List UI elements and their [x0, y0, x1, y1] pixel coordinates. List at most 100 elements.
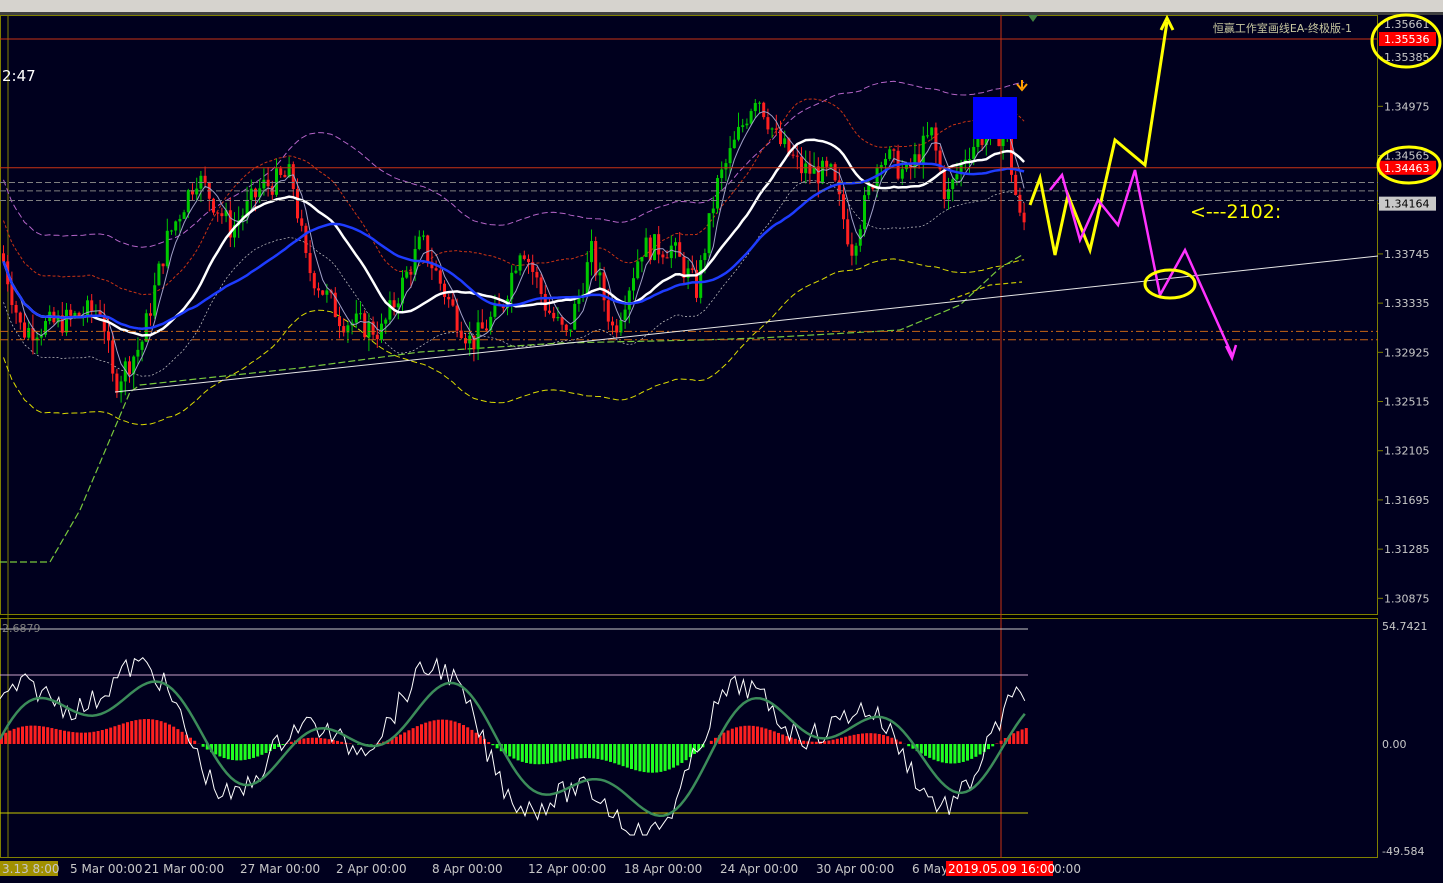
price-label-current: 1.34463 [1384, 162, 1430, 175]
osc-histogram-bar [764, 728, 768, 744]
osc-histogram-bar [100, 730, 104, 744]
osc-histogram-bar [604, 744, 608, 761]
osc-histogram-bar [999, 740, 1003, 744]
osc-histogram-bar [441, 719, 444, 744]
osc-histogram-bar [222, 744, 226, 759]
osc-histogram-bar [411, 728, 415, 744]
osc-histogram-bar [466, 727, 470, 744]
osc-histogram-bar [306, 737, 310, 744]
candle-body [476, 322, 480, 350]
candle-body [174, 221, 178, 231]
highlight-box [973, 97, 1017, 139]
candle-body [296, 189, 299, 219]
candle-body [745, 123, 749, 126]
osc-histogram-bar [760, 727, 764, 744]
osc-histogram-bar [735, 727, 738, 744]
candle-body [653, 234, 656, 261]
candle-body [619, 319, 623, 333]
candle-body [795, 155, 799, 157]
candle-body [283, 174, 287, 178]
time-label: 24 Apr 00:00 [720, 862, 798, 876]
osc-histogram-bar [529, 744, 533, 764]
annotation-2102: <---2102: [1190, 201, 1281, 223]
candle-body [279, 168, 283, 175]
candle-body [766, 117, 770, 130]
osc-histogram-bar [109, 727, 113, 744]
candle-body [737, 126, 740, 140]
time-label: 8 Apr 00:00 [432, 862, 503, 876]
candle-body [611, 321, 614, 326]
price-tick-label: 1.32105 [1384, 445, 1430, 458]
osc-histogram-bar [46, 727, 50, 744]
osc-histogram-bar [562, 744, 566, 761]
osc-histogram-bar [1016, 731, 1020, 744]
osc-histogram-bar [680, 744, 684, 763]
candle-body [594, 241, 598, 276]
time-label: 5 Mar 00:00 [70, 862, 143, 876]
osc-histogram-bar [588, 744, 591, 759]
osc-histogram-bar [756, 726, 759, 744]
price-tick-label: 1.31695 [1384, 494, 1430, 507]
trading-chart-window: 1.356611.353851.349751.345651.341641.337… [0, 0, 1443, 883]
indicator-title: 恒赢工作室画线EA-终极版-1 [1213, 21, 1352, 35]
candle-body [606, 300, 610, 322]
candle-body [354, 313, 358, 323]
time-axis: 3.13 8:00 5 Mar 00:00 21 Mar 00:00 27 Mar 0… [0, 861, 1081, 876]
osc-histogram-bar [709, 740, 713, 744]
osc-histogram-bar [453, 721, 457, 744]
osc-histogram-bar [147, 719, 150, 744]
osc-histogram-bar [978, 744, 982, 755]
price-tick-label: 1.32515 [1384, 396, 1430, 409]
candle-body [514, 270, 518, 273]
candle-body [779, 129, 782, 145]
osc-histogram-bar [235, 744, 239, 761]
osc-histogram-bar [420, 724, 423, 744]
osc-histogram-bar [71, 732, 75, 744]
price-tick-label: 1.34975 [1384, 100, 1430, 113]
osc-histogram-bar [21, 726, 24, 744]
osc-histogram-bar [247, 744, 251, 760]
osc-histogram-bar [516, 744, 520, 761]
candle-body [720, 169, 724, 179]
candle-body [455, 305, 459, 331]
candle-body [69, 309, 73, 316]
candle-body [703, 253, 707, 261]
osc-histogram-bar [966, 744, 969, 761]
osc-histogram-bar [201, 744, 205, 747]
candle-body [699, 260, 703, 298]
osc-axis-label: -49.584 [1382, 845, 1424, 858]
osc-histogram-bar [924, 744, 927, 756]
osc-histogram-bar [617, 744, 621, 765]
osc-histogram-bar [151, 719, 155, 744]
candle-body [661, 254, 665, 258]
osc-axis-label: 54.7421 [1382, 620, 1428, 633]
candle-body [955, 174, 959, 180]
osc-histogram-bar [8, 730, 12, 744]
osc-histogram-bar [609, 744, 612, 762]
osc-histogram-bar [646, 744, 650, 773]
chart-canvas[interactable]: 1.356611.353851.349751.345651.341641.337… [0, 0, 1443, 883]
candle-body [644, 237, 648, 257]
osc-histogram-bar [865, 733, 869, 744]
osc-histogram-bar [323, 738, 327, 744]
osc-histogram-bar [726, 730, 730, 744]
candle-body [384, 319, 388, 324]
price-label-top: 1.35536 [1384, 33, 1430, 46]
candle-body [417, 236, 421, 250]
osc-histogram-bar [260, 744, 264, 755]
candle-body [842, 194, 845, 220]
osc-histogram-bar [655, 744, 659, 773]
candle-body [392, 300, 396, 308]
candle-body [657, 234, 661, 255]
osc-histogram-bar [487, 742, 491, 744]
osc-histogram-bar [239, 744, 243, 761]
time-label: 30 Apr 00:00 [816, 862, 894, 876]
osc-left-value: 2.6879 [2, 622, 41, 635]
osc-histogram-bar [79, 732, 83, 744]
osc-histogram-bar [625, 744, 629, 768]
price-panel-bg [0, 15, 1378, 615]
candle-body [749, 111, 753, 124]
candle-body [942, 169, 946, 200]
osc-histogram-bar [945, 744, 948, 764]
osc-histogram-bar [407, 730, 411, 744]
